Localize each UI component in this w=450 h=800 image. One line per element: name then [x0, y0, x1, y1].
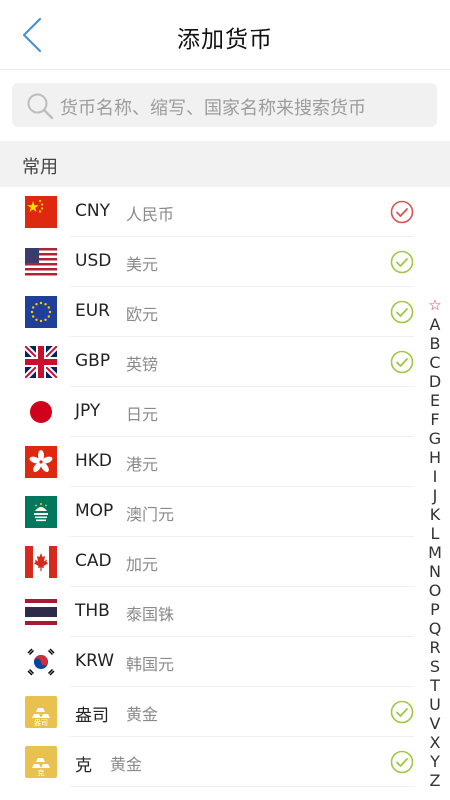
gold-bar-icon: 盎司	[25, 696, 57, 728]
currency-row-1[interactable]: USD 美元	[0, 237, 450, 287]
kr-flag-icon	[25, 646, 57, 678]
index-letter-d[interactable]: D	[425, 372, 445, 391]
currency-code: JPY	[75, 401, 101, 421]
currency-row-11[interactable]: 克克黄金	[0, 737, 450, 787]
currency-name: 人民币	[126, 205, 175, 224]
currency-name: 泰国铢	[126, 605, 175, 624]
index-star-icon[interactable]: ☆	[425, 296, 445, 315]
currency-row-10[interactable]: 盎司 盎司 黄金	[0, 687, 450, 737]
page-title: 添加货币	[177, 27, 273, 53]
check-icon[interactable]	[390, 200, 414, 224]
currency-code: EUR	[75, 301, 110, 321]
index-letter-p[interactable]: P	[425, 600, 445, 619]
th-flag-icon	[25, 596, 57, 628]
index-letter-e[interactable]: E	[425, 391, 445, 410]
currency-row-4[interactable]: JPY 日元	[0, 387, 450, 437]
index-letter-i[interactable]: I	[425, 467, 445, 486]
index-letter-q[interactable]: Q	[425, 619, 445, 638]
index-letter-l[interactable]: L	[425, 524, 445, 543]
currency-name: 港元	[126, 455, 159, 474]
index-letter-f[interactable]: F	[425, 410, 445, 429]
check-icon[interactable]	[390, 250, 414, 274]
currency-name: 黄金	[110, 755, 143, 774]
search-icon	[27, 93, 54, 120]
row-divider	[70, 786, 414, 787]
index-letter-o[interactable]: O	[425, 581, 445, 600]
alphabet-index-bar[interactable]: ☆ A B C D E F G H I J K L M N O P Q R S T U V X Y Z	[425, 296, 445, 790]
index-letter-v[interactable]: V	[425, 714, 445, 733]
currency-code: 克	[75, 756, 92, 776]
ca-flag-icon	[25, 546, 57, 578]
index-letter-g[interactable]: G	[425, 429, 445, 448]
index-letter-n[interactable]: N	[425, 562, 445, 581]
index-letter-k[interactable]: K	[425, 505, 445, 524]
currency-code: USD	[75, 251, 112, 271]
currency-code: 盎司	[75, 706, 109, 726]
index-letter-a[interactable]: A	[425, 315, 445, 334]
currency-name: 韩国元	[126, 655, 175, 674]
currency-name: 英镑	[126, 355, 159, 374]
check-icon[interactable]	[390, 750, 414, 774]
index-letter-x[interactable]: X	[425, 733, 445, 752]
mo-flag-icon	[25, 496, 57, 528]
eu-flag-icon	[25, 296, 57, 328]
currency-name: 欧元	[126, 305, 159, 324]
currency-name: 澳门元	[126, 505, 175, 524]
currency-code: CAD	[75, 551, 112, 571]
currency-row-2[interactable]: EUR 欧元	[0, 287, 450, 337]
jp-flag-icon	[25, 396, 57, 428]
search-bar[interactable]: 货币名称、缩写、国家名称来搜索货币	[12, 83, 437, 127]
currency-code: MOP	[75, 501, 114, 521]
section-label: 常用	[22, 157, 58, 178]
currency-list: CNY 人民币 USD 美元 EUR 欧元 GBP 英镑 JPY 日元 HKD 港元 MOP 澳门元 CAD…	[0, 187, 450, 787]
index-letter-u[interactable]: U	[425, 695, 445, 714]
currency-name: 加元	[126, 555, 159, 574]
currency-row-3[interactable]: GBP 英镑	[0, 337, 450, 387]
us-flag-icon	[25, 246, 57, 278]
currency-row-8[interactable]: THB 泰国铢	[0, 587, 450, 637]
index-letter-b[interactable]: B	[425, 334, 445, 353]
header: 添加货币	[0, 0, 450, 70]
check-icon[interactable]	[390, 300, 414, 324]
index-letter-c[interactable]: C	[425, 353, 445, 372]
currency-row-5[interactable]: HKD 港元	[0, 437, 450, 487]
section-header-common: 常用	[0, 141, 450, 187]
cn-flag-icon	[25, 196, 57, 228]
index-letter-t[interactable]: T	[425, 676, 445, 695]
currency-row-9[interactable]: KRW 韩国元	[0, 637, 450, 687]
index-letter-z[interactable]: Z	[425, 771, 445, 790]
currency-name: 美元	[126, 255, 159, 274]
index-letter-s[interactable]: S	[425, 657, 445, 676]
check-icon[interactable]	[390, 700, 414, 724]
index-letter-j[interactable]: J	[425, 486, 445, 505]
index-letter-h[interactable]: H	[425, 448, 445, 467]
currency-code: HKD	[75, 451, 113, 471]
gold-bar-icon: 克	[25, 746, 57, 778]
gold-unit-badge: 盎司	[34, 719, 48, 727]
index-letter-r[interactable]: R	[425, 638, 445, 657]
currency-row-6[interactable]: MOP 澳门元	[0, 487, 450, 537]
hk-flag-icon	[25, 446, 57, 478]
gold-unit-badge: 克	[37, 769, 45, 777]
currency-row-0[interactable]: CNY 人民币	[0, 187, 450, 237]
currency-name: 黄金	[126, 705, 159, 724]
currency-code: GBP	[75, 351, 111, 371]
search-input[interactable]: 货币名称、缩写、国家名称来搜索货币	[60, 94, 366, 120]
index-letter-m[interactable]: M	[425, 543, 445, 562]
currency-name: 日元	[126, 405, 159, 424]
index-letter-y[interactable]: Y	[425, 752, 445, 771]
currency-code: CNY	[75, 201, 110, 221]
currency-code: KRW	[75, 651, 115, 671]
gb-flag-icon	[22, 343, 60, 381]
check-icon[interactable]	[390, 350, 414, 374]
currency-row-7[interactable]: CAD 加元	[0, 537, 450, 587]
currency-code: THB	[75, 601, 110, 621]
